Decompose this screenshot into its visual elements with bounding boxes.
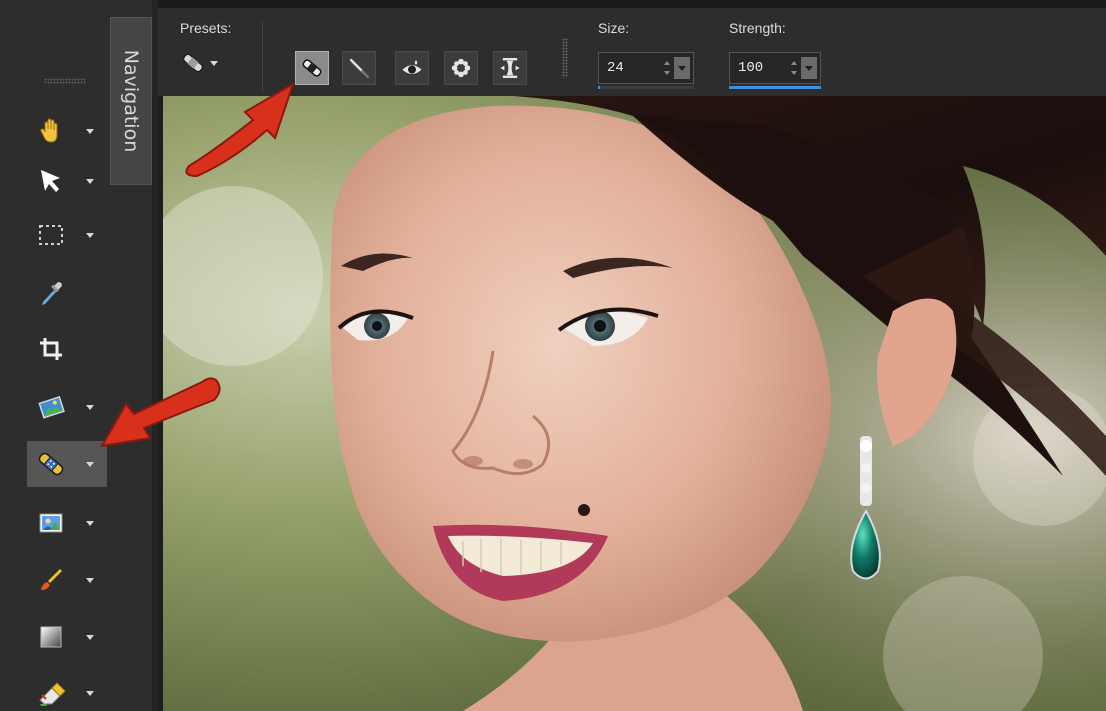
blemish-remover-tool-button[interactable] bbox=[27, 441, 107, 487]
dropper-tool-button[interactable] bbox=[27, 270, 107, 316]
options-divider bbox=[262, 22, 263, 92]
strength-slider[interactable] bbox=[729, 86, 821, 89]
crop-icon bbox=[32, 331, 70, 367]
eye-drop-button[interactable] bbox=[395, 51, 429, 85]
chevron-down-icon bbox=[210, 60, 218, 66]
image-adjust-tool-button[interactable] bbox=[27, 384, 107, 430]
presets-dropdown[interactable] bbox=[180, 48, 234, 78]
tool-options-bar: Presets: Size: 24 Strength: 100 bbox=[158, 0, 1106, 96]
strength-slider-fill bbox=[729, 86, 821, 89]
bandage-icon bbox=[183, 53, 203, 73]
paint-brush-icon bbox=[32, 562, 70, 598]
chevron-down-icon[interactable] bbox=[86, 128, 94, 134]
image-canvas[interactable] bbox=[163, 96, 1106, 711]
strength-spinbox[interactable]: 100 bbox=[729, 52, 821, 84]
chevron-down-icon[interactable] bbox=[86, 461, 94, 467]
chevron-down-icon[interactable] bbox=[86, 232, 94, 238]
dashed-rectangle-icon bbox=[32, 217, 70, 253]
bandage-icon bbox=[302, 59, 322, 77]
skin-smoothing-button[interactable] bbox=[444, 51, 478, 85]
size-slider[interactable] bbox=[598, 86, 694, 89]
selection-tool-button[interactable] bbox=[27, 212, 107, 258]
size-spinbox[interactable]: 24 bbox=[598, 52, 694, 84]
chevron-down-icon[interactable] bbox=[86, 178, 94, 184]
pick-tool-button[interactable] bbox=[27, 158, 107, 204]
flower-icon bbox=[451, 58, 471, 78]
size-label: Size: bbox=[598, 20, 630, 36]
toothbrush-icon bbox=[349, 58, 369, 78]
strength-spin-arrows[interactable] bbox=[787, 55, 801, 81]
crop-tool-button[interactable] bbox=[27, 326, 107, 372]
options-grip[interactable] bbox=[562, 38, 568, 78]
thinify-button[interactable] bbox=[493, 51, 527, 85]
size-slider-fill bbox=[598, 86, 600, 89]
size-dropdown-button[interactable] bbox=[674, 57, 690, 79]
chevron-down-icon[interactable] bbox=[86, 634, 94, 640]
chevron-down-icon[interactable] bbox=[86, 577, 94, 583]
image-adjust-icon bbox=[32, 389, 70, 425]
portrait-photo bbox=[163, 96, 1106, 711]
fill-tool-button[interactable] bbox=[27, 614, 107, 660]
eraser-icon bbox=[32, 675, 70, 711]
toolbar-edge bbox=[152, 0, 158, 711]
strength-label: Strength: bbox=[729, 20, 786, 36]
navigation-tab-label: Navigation bbox=[120, 49, 142, 153]
thinify-icon bbox=[500, 58, 520, 78]
clone-tool-button[interactable] bbox=[27, 500, 107, 546]
strength-value[interactable]: 100 bbox=[730, 60, 787, 76]
arrow-pointer-icon bbox=[32, 163, 70, 199]
bandage-icon bbox=[32, 446, 70, 482]
blemish-fixer-button[interactable] bbox=[295, 51, 329, 85]
size-value[interactable]: 24 bbox=[599, 60, 660, 76]
chevron-down-icon[interactable] bbox=[86, 520, 94, 526]
chevron-down-icon[interactable] bbox=[86, 690, 94, 696]
eraser-tool-button[interactable] bbox=[27, 670, 107, 711]
presets-label: Presets: bbox=[180, 20, 232, 36]
size-spin-arrows[interactable] bbox=[660, 55, 674, 81]
eyedropper-icon bbox=[32, 275, 70, 311]
paint-brush-tool-button[interactable] bbox=[27, 557, 107, 603]
hand-icon bbox=[32, 113, 70, 149]
pan-tool-button[interactable] bbox=[27, 108, 107, 154]
eye-icon bbox=[402, 60, 422, 74]
toolbar-grip[interactable] bbox=[44, 78, 86, 84]
portrait-icon bbox=[32, 505, 70, 541]
strength-dropdown-button[interactable] bbox=[801, 57, 817, 79]
chevron-down-icon[interactable] bbox=[86, 404, 94, 410]
toothbrush-button[interactable] bbox=[342, 51, 376, 85]
navigation-tab[interactable]: Navigation bbox=[110, 17, 152, 185]
tools-toolbar: Navigation bbox=[0, 0, 158, 711]
gradient-icon bbox=[32, 619, 70, 655]
